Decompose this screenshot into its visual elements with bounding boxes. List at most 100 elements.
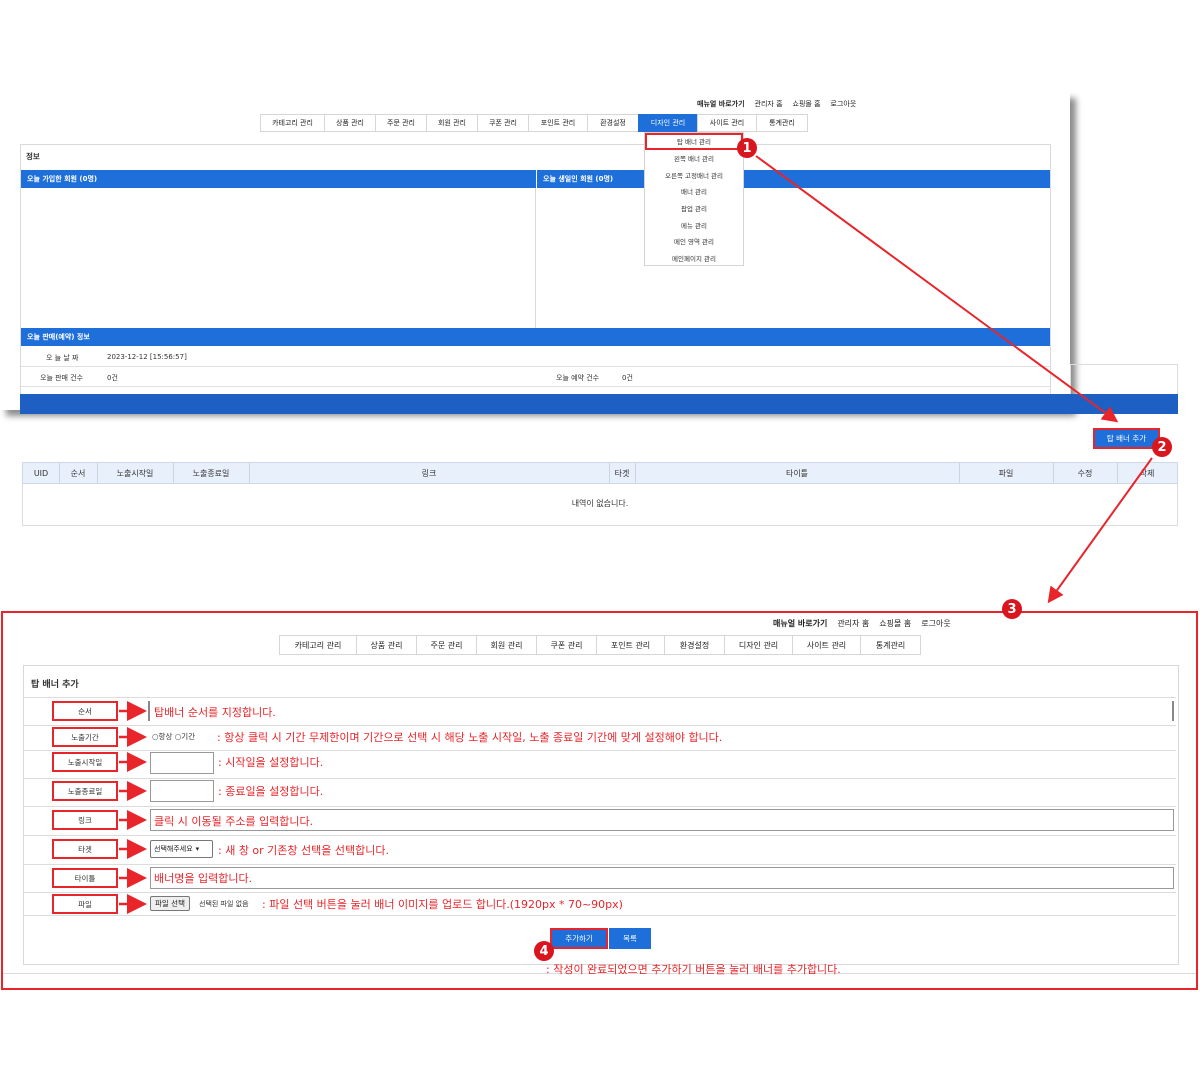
nav-category[interactable]: 카테고리 관리 <box>279 635 357 655</box>
file-select-button[interactable]: 파일 선택 <box>150 896 190 911</box>
nav-site[interactable]: 사이트 관리 <box>792 635 861 655</box>
step-1-badge: 1 <box>737 138 757 158</box>
logout-link[interactable]: 로그아웃 <box>831 99 857 109</box>
col-delete: 삭제 <box>1139 468 1155 478</box>
target-select[interactable]: 선택해주세요 ▾ <box>150 840 213 858</box>
label-target: 타겟 <box>52 839 118 859</box>
col-title: 타이틀 <box>785 468 809 478</box>
nav-design[interactable]: 디자인 관리 <box>638 114 698 132</box>
main-nav: 카테고리 관리 상품 관리 주문 관리 회원 관리 쿠폰 관리 포인트 관리 환… <box>260 114 808 132</box>
radio-period-label: 기간 <box>181 732 196 741</box>
title-input[interactable] <box>150 867 1174 889</box>
start-date-input[interactable] <box>150 752 214 774</box>
nav-point[interactable]: 포인트 관리 <box>528 114 588 132</box>
nav-product[interactable]: 상품 관리 <box>324 114 376 132</box>
nav-design[interactable]: 디자인 관리 <box>724 635 793 655</box>
background-bluebar <box>20 394 1178 414</box>
col-edit: 수정 <box>1077 468 1093 478</box>
note-end: : 종료일을 설정합니다. <box>218 785 324 798</box>
background-panel <box>1070 364 1178 394</box>
nav-member[interactable]: 회원 관리 <box>426 114 478 132</box>
row-divider <box>21 366 1050 367</box>
note-title: 배너명을 입력합니다. <box>154 872 253 885</box>
menu-popup[interactable]: 팝업 관리 <box>645 200 743 217</box>
col-file: 파일 <box>998 468 1014 478</box>
nav-category[interactable]: 카테고리 관리 <box>260 114 325 132</box>
menu-main-page[interactable]: 메인페이지 관리 <box>645 250 743 267</box>
menu-banner[interactable]: 배너 관리 <box>645 183 743 200</box>
period-radio-group[interactable]: ○항상 ○기간 <box>152 731 195 742</box>
birthday-members-header: 오늘 생일인 회원 (0명) <box>537 170 1050 188</box>
col-uid: UID <box>33 468 49 478</box>
admin-home-link[interactable]: 관리자 홈 <box>837 618 869 629</box>
chevron-down-icon: ▾ <box>195 845 200 853</box>
nav-coupon[interactable]: 쿠폰 관리 <box>536 635 597 655</box>
shop-home-link[interactable]: 쇼핑몰 홈 <box>879 618 911 629</box>
manual-link[interactable]: 매뉴얼 바로가기 <box>773 618 827 629</box>
order-input-caret <box>148 701 150 721</box>
col-end: 노출종료일 <box>192 468 230 478</box>
menu-right-fixed-banner[interactable]: 오른쪽 고정배너 관리 <box>645 166 743 183</box>
nav-site[interactable]: 사이트 관리 <box>697 114 757 132</box>
nav-member[interactable]: 회원 관리 <box>476 635 537 655</box>
note-file: : 파일 선택 버튼을 눌러 배너 이미지를 업로드 합니다.(1920px *… <box>262 898 623 911</box>
nav-product[interactable]: 상품 관리 <box>356 635 417 655</box>
file-none-text: 선택된 파일 없음 <box>199 900 249 908</box>
col-order: 순서 <box>70 468 86 478</box>
note-start: : 시작일을 설정합니다. <box>218 756 324 769</box>
nav-settings[interactable]: 환경설정 <box>664 635 725 655</box>
note-submit: : 작성이 완료되었으면 추가하기 버튼을 눌러 배너를 추가합니다. <box>546 963 841 976</box>
menu-main-area[interactable]: 메인 영역 관리 <box>645 233 743 250</box>
list-table-body: 내역이 없습니다. <box>22 484 1178 526</box>
sales-value: 0건 <box>107 374 118 382</box>
list-table-header: UID 순서 노출시작일 노출종료일 링크 타겟 타이틀 파일 수정 삭제 <box>22 462 1178 484</box>
nav-order[interactable]: 주문 관리 <box>416 635 477 655</box>
form-title: 탑 배너 추가 <box>31 680 79 690</box>
reserve-label: 오늘 예약 건수 <box>556 374 600 382</box>
label-title: 타이틀 <box>52 868 118 888</box>
label-link: 링크 <box>52 810 118 830</box>
menu-top-banner[interactable]: 탑 배너 관리 <box>645 133 743 150</box>
step-3-badge: 3 <box>1002 599 1022 619</box>
order-input-edge <box>1172 701 1174 721</box>
note-period: : 항상 클릭 시 기간 무제한이며 기간으로 선택 시 해당 노출 시작일, … <box>217 731 723 744</box>
menu-menu[interactable]: 메뉴 관리 <box>645 216 743 233</box>
label-end: 노출종료일 <box>52 781 118 801</box>
admin-home-link[interactable]: 관리자 홈 <box>755 99 783 109</box>
step-4-badge: 4 <box>534 941 554 961</box>
end-date-input[interactable] <box>150 780 214 802</box>
sales-header: 오늘 판매(예약) 정보 <box>21 328 1050 346</box>
nav-coupon[interactable]: 쿠폰 관리 <box>477 114 529 132</box>
label-start: 노출시작일 <box>52 752 118 772</box>
manual-link[interactable]: 매뉴얼 바로가기 <box>697 99 745 109</box>
label-file: 파일 <box>52 894 118 914</box>
menu-left-banner[interactable]: 왼쪽 배너 관리 <box>645 150 743 167</box>
col-link: 링크 <box>421 468 437 478</box>
step-2-badge: 2 <box>1152 437 1172 457</box>
form-main-nav: 카테고리 관리 상품 관리 주문 관리 회원 관리 쿠폰 관리 포인트 관리 환… <box>279 635 921 655</box>
design-dropdown-menu: 탑 배너 관리 왼쪽 배너 관리 오른쪽 고정배너 관리 배너 관리 팝업 관리… <box>644 132 744 266</box>
label-order: 순서 <box>52 701 118 721</box>
submit-button[interactable]: 추가하기 <box>550 928 608 949</box>
nav-order[interactable]: 주문 관리 <box>375 114 427 132</box>
add-top-banner-button[interactable]: 탑 배너 추가 <box>1093 428 1160 449</box>
reserve-value: 0건 <box>622 374 633 382</box>
radio-always-label: 항상 <box>158 732 173 741</box>
row-divider <box>21 386 1050 387</box>
target-select-value: 선택해주세요 <box>154 845 193 853</box>
nav-stats[interactable]: 통계관리 <box>756 114 808 132</box>
note-order: 탑배너 순서를 지정합니다. <box>154 706 276 719</box>
nav-point[interactable]: 포인트 관리 <box>596 635 665 655</box>
nav-settings[interactable]: 환경설정 <box>587 114 639 132</box>
nav-stats[interactable]: 통계관리 <box>860 635 921 655</box>
info-title: 정보 <box>26 152 40 161</box>
shop-home-link[interactable]: 쇼핑몰 홈 <box>793 99 821 109</box>
col-start: 노출시작일 <box>116 468 154 478</box>
logout-link[interactable]: 로그아웃 <box>921 618 950 629</box>
col-target: 타겟 <box>614 468 630 478</box>
note-link: 클릭 시 이동될 주소를 입력합니다. <box>154 815 314 828</box>
new-members-header: 오늘 가입한 회원 (0명) <box>21 170 536 188</box>
note-target: : 새 창 or 기존창 선택을 선택합니다. <box>218 844 389 857</box>
sales-label: 오늘 판매 건수 <box>40 374 84 382</box>
list-button[interactable]: 목록 <box>609 928 651 949</box>
